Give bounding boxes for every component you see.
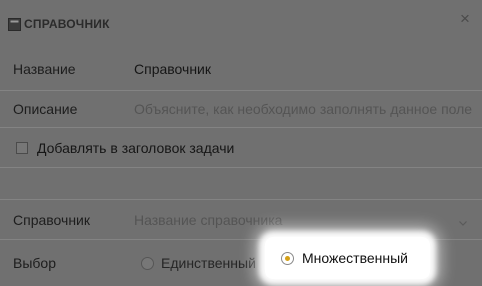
radio-multiple-label[interactable]: Множественный [302,250,408,266]
field-row-directory: Справочник Название справочника [0,200,482,240]
field-row-add-to-title: Добавлять в заголовок задачи [0,128,482,168]
add-to-title-checkbox[interactable] [16,141,28,154]
directory-select[interactable]: Название справочника [134,212,282,228]
radio-multiple[interactable] [281,252,294,265]
dialog-header: СПРАВОЧНИК [0,0,482,48]
radio-single-label[interactable]: Единственный [161,255,256,271]
add-to-title-label[interactable]: Добавлять в заголовок задачи [37,140,234,156]
field-row-name: Название Справочник [0,48,482,91]
radio-single[interactable] [141,256,154,270]
field-label-name: Название [13,61,76,77]
close-icon[interactable]: × [456,10,474,28]
field-label-description: Описание [13,101,78,117]
field-label-directory: Справочник [13,211,90,228]
radio-selected-dot [285,256,290,261]
chevron-down-icon[interactable] [458,215,468,226]
dialog-title: СПРАВОЧНИК [24,17,110,31]
book-icon [8,17,21,31]
field-row-description: Описание Объясните, как необходимо запол… [0,91,482,128]
description-input[interactable]: Объясните, как необходимо заполнять данн… [134,101,472,117]
section-spacer [0,168,482,200]
name-input[interactable]: Справочник [134,61,211,77]
field-label-choice: Выбор [13,255,56,271]
